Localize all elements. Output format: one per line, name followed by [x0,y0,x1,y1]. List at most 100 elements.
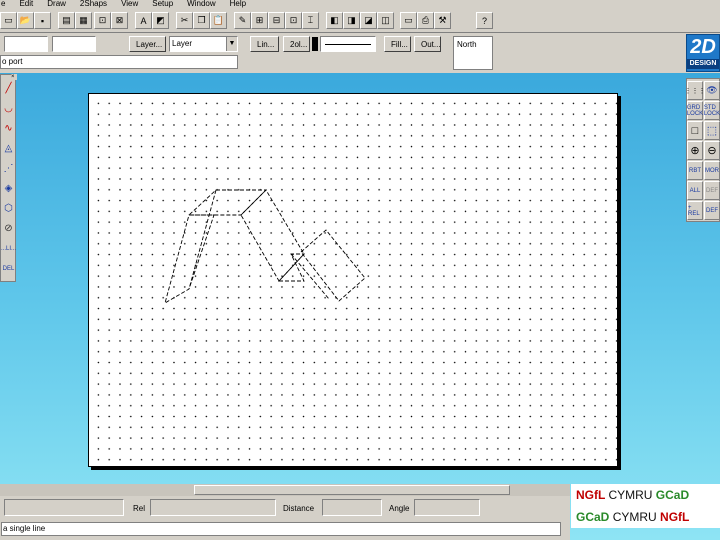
page-icon[interactable]: ▦ [75,12,92,29]
style-button[interactable]: 2ol... [283,36,310,52]
dimension-tool-icon[interactable]: ⋰ [2,159,15,178]
print-preview-icon[interactable]: ▤ [58,12,75,29]
edit-shape-icon[interactable]: ✎ [234,12,251,29]
line-style-sample [325,44,371,45]
chevron-down-icon[interactable]: ▼ [226,37,237,51]
help-icon[interactable]: ? [476,12,493,29]
rotate-icon[interactable]: ◪ [360,12,377,29]
screen-icon[interactable]: ▭ [400,12,417,29]
x-coordinate-field[interactable] [4,36,48,52]
paste-icon[interactable]: 📋 [210,12,227,29]
menu-setup[interactable]: Setup [152,0,173,9]
menu-window[interactable]: Window [187,0,215,9]
ngfl-badge-english[interactable]: NGfL CYMRU GCaD [571,484,720,506]
line-tool-icon[interactable]: ╱ [2,79,15,98]
line-button[interactable]: Lin... [250,36,279,52]
zoom-window-icon[interactable]: ⊠ [111,12,128,29]
select-area-icon[interactable]: ⬚ [704,121,720,140]
tools-icon[interactable]: ⚒ [434,12,451,29]
logo-mark: 2D [690,36,716,58]
printer-icon[interactable]: ⎙ [417,12,434,29]
layer-back-icon[interactable]: ◨ [343,12,360,29]
all-button[interactable]: ALL [687,181,703,200]
north-indicator: North [453,36,493,70]
shape-left-leg[interactable] [164,214,215,304]
main-toolbar: ▭ 📂 ▪ ▤ ▦ ⊡ ⊠ A ◩ ✂ ❐ 📋 ✎ ⊞ ⊟ ⊡ ⌶ ◧ ◨ ◪ … [0,9,720,33]
layer-select-value: Layer [172,39,193,48]
new-file-icon[interactable]: ▭ [0,12,17,29]
command-hint: o port [0,55,238,69]
app-logo: 2D DESIGN [686,34,720,72]
relative-button[interactable]: + REL [687,201,703,220]
menu-help[interactable]: Help [230,0,246,9]
cut-icon[interactable]: ✂ [176,12,193,29]
grid-icon[interactable]: ⊞ [251,12,268,29]
layer-front-icon[interactable]: ◧ [326,12,343,29]
open-file-icon[interactable]: 📂 [17,12,34,29]
menu-shapes[interactable]: 2Shaps [80,0,107,9]
rubber-band-button[interactable]: RBT [687,161,703,180]
ngfl-badge-welsh[interactable]: GCaD CYMRU NGfL [571,506,720,528]
menu-view[interactable]: View [121,0,138,9]
distance-panel [322,499,382,516]
badge1-b: CYMRU [608,488,653,502]
default-button[interactable]: DEF [704,181,720,200]
shape-joint[interactable] [277,253,306,282]
shape-right-slab[interactable] [240,189,305,282]
shape-tool-icon[interactable]: ⬡ [2,199,15,218]
shape-tilted-rect[interactable] [300,229,366,302]
color-icon[interactable]: ◩ [152,12,169,29]
std-lock-button[interactable]: STD LOCK [704,101,720,120]
curve-tool-icon[interactable]: ∿ [2,119,15,138]
badge1-c: GCaD [655,488,690,502]
zoom-out-icon[interactable]: ⊖ [704,141,720,160]
menu-edit[interactable]: Edit [19,0,33,9]
align-icon[interactable]: ⊟ [268,12,285,29]
y-coordinate-field[interactable] [52,36,96,52]
angle-panel [414,499,480,516]
view-tools-palette: ⋮⋮⋮ 👁 GRD LOCK STD LOCK □ ⬚ ⊕ ⊖ RBT MOR … [685,78,720,222]
drawing-canvas[interactable] [88,93,618,467]
save-icon[interactable]: ▪ [34,12,51,29]
group-icon[interactable]: ⊡ [285,12,302,29]
badge2-a: GCaD [576,510,610,524]
drawing-tools-palette: × ╱ ◡ ∿ ◬ ⋰ ◈ ⬡ ⊘ ...LI... DEL [0,74,17,282]
copy-icon[interactable]: ❐ [193,12,210,29]
horizontal-scrollbar[interactable] [0,484,570,496]
line-color-swatch[interactable] [312,37,318,51]
hatch-tool-icon[interactable]: ◈ [2,179,15,198]
define-button[interactable]: DEF [704,201,720,220]
arc-tool-icon[interactable]: ◡ [2,99,15,118]
delete-button[interactable]: DEL [2,259,15,278]
text-icon[interactable]: A [135,12,152,29]
ungroup-icon[interactable]: ⌶ [302,12,319,29]
menu-bar: e Edit Draw 2Shaps View Setup Window Hel… [0,0,720,9]
shape-tilted-edge [290,253,330,300]
zoom-page-icon[interactable]: ⊡ [94,12,111,29]
rel-panel [150,499,276,516]
select-box-icon[interactable]: □ [687,121,703,140]
angle-label: Angle [389,504,410,513]
line-style-field[interactable] [320,36,376,52]
menu-draw[interactable]: Draw [47,0,66,9]
menu-file[interactable]: e [1,0,5,9]
status-bar: Rel Distance Angle [0,496,570,520]
scrollbar-thumb[interactable] [194,485,510,495]
prompt-text: a single line [1,522,561,536]
grid-dots-icon[interactable]: ⋮⋮⋮ [685,81,706,100]
fill-button[interactable]: Fill... [384,36,411,52]
grid-lock-button[interactable]: GRD LOCK [687,101,703,120]
eye-icon[interactable]: 👁 [704,81,720,100]
more-button[interactable]: MOR [704,161,720,180]
layer-button[interactable]: Layer... [129,36,166,52]
polygon-tool-icon[interactable]: ◬ [2,139,15,158]
mirror-icon[interactable]: ◫ [377,12,394,29]
badge2-c: NGfL [660,510,690,524]
erase-tool-icon[interactable]: ⊘ [2,219,15,238]
layer-select[interactable]: Layer ▼ [169,36,238,52]
outline-button[interactable]: Out... [414,36,441,52]
shape-top-face[interactable] [187,189,268,216]
distance-label: Distance [283,504,315,513]
zoom-in-icon[interactable]: ⊕ [687,141,703,160]
line-list-label[interactable]: ...LI... [1,239,16,258]
